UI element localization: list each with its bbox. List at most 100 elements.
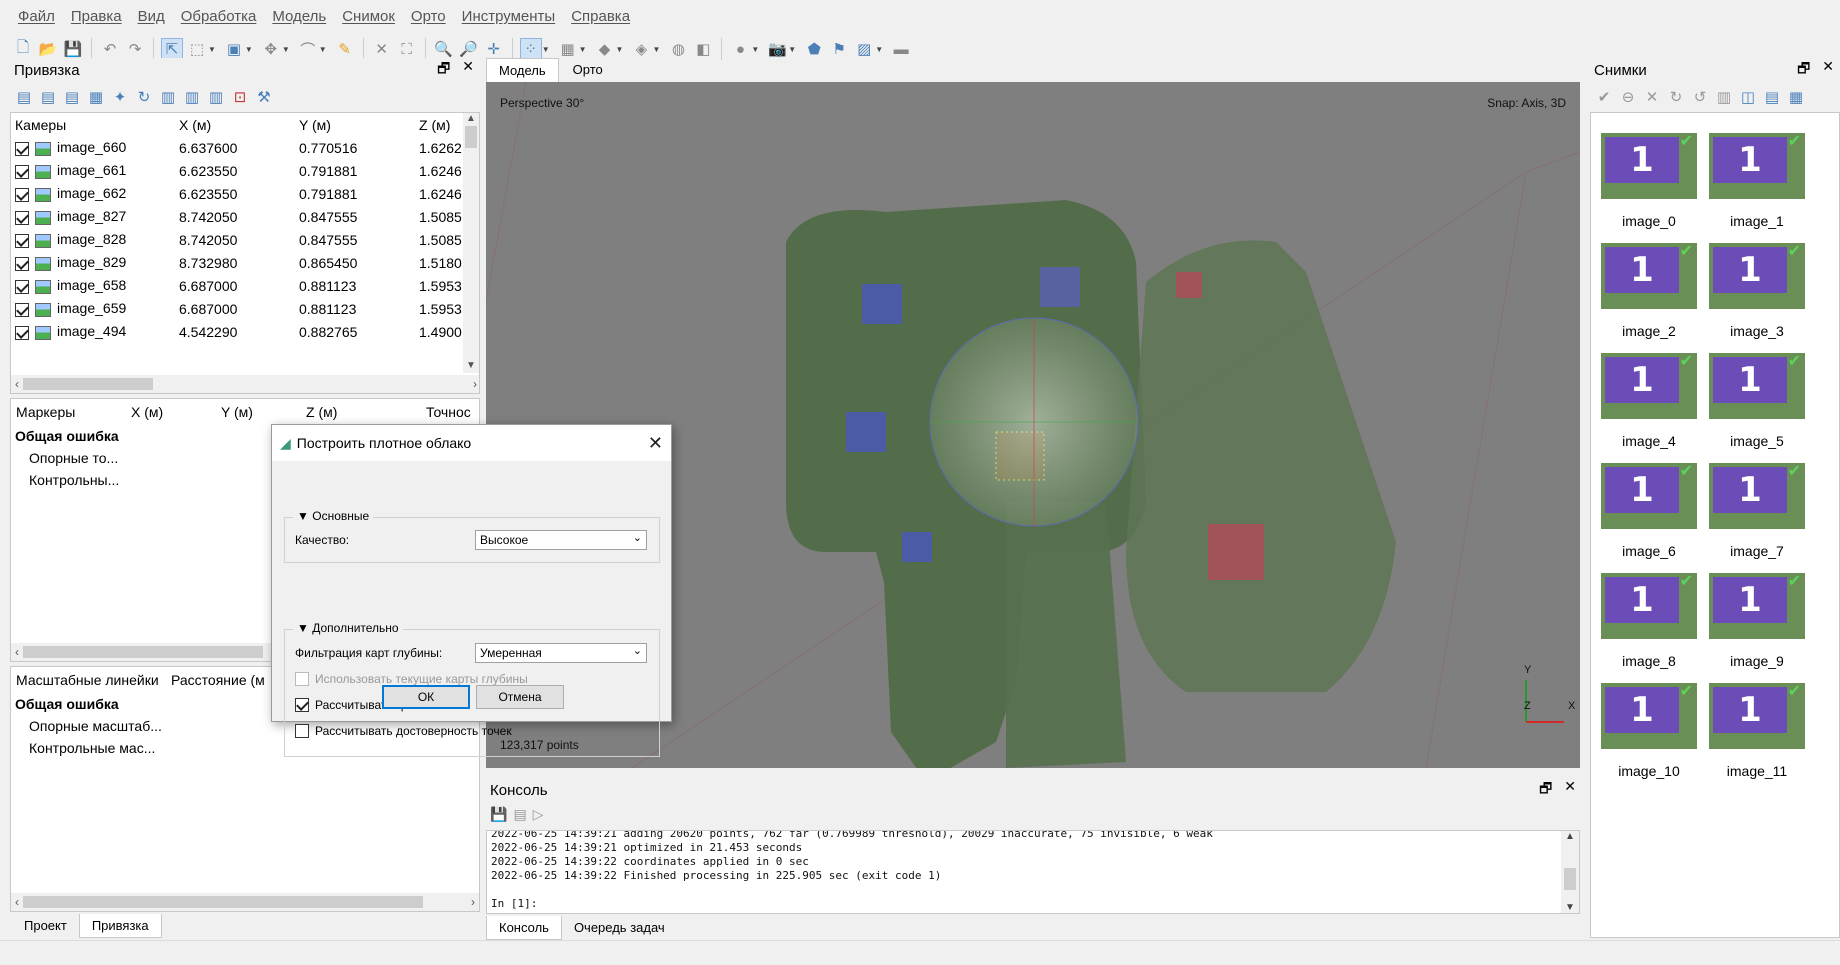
photo-thumbnail[interactable]: 1 ✔ image_2 <box>1601 243 1697 339</box>
view-grid-icon[interactable]: ▦ <box>1786 87 1806 107</box>
horizontal-scrollbar[interactable]: ‹› <box>11 375 479 393</box>
float-icon[interactable]: 🗗 <box>1539 778 1552 802</box>
vertical-scrollbar[interactable]: ▲ ▼ <box>463 113 479 373</box>
crop-selection-icon[interactable]: ⛶ <box>396 38 418 60</box>
tab-reference[interactable]: Привязка <box>78 914 162 938</box>
chevron-down-icon[interactable]: ▼ <box>579 45 587 54</box>
camera-cell[interactable]: image_660 <box>11 136 175 159</box>
dense-cloud-icon[interactable]: ▦ <box>557 38 579 60</box>
chevron-down-icon[interactable]: ▼ <box>788 45 796 54</box>
tab-ortho[interactable]: Орто <box>559 58 617 82</box>
view-estimated-icon[interactable]: ▥ <box>182 87 202 107</box>
camera-cell[interactable]: image_658 <box>11 274 175 297</box>
chevron-down-icon[interactable]: ▼ <box>616 45 624 54</box>
image-icon[interactable]: ▨ <box>853 38 875 60</box>
use-current-checkbox[interactable] <box>295 672 309 686</box>
cell-y[interactable]: 0.847555 <box>295 205 415 228</box>
photo-thumbnail[interactable]: 1 ✔ image_11 <box>1709 683 1805 779</box>
vertical-scrollbar[interactable]: ▲ ▼ <box>1561 831 1579 913</box>
menu-view[interactable]: Вид <box>130 8 173 25</box>
camera-icon[interactable]: 📷 <box>766 38 788 60</box>
close-icon[interactable]: ✕ <box>1564 778 1576 802</box>
cell-y[interactable]: 0.881123 <box>295 297 415 320</box>
cell-y[interactable]: 0.791881 <box>295 182 415 205</box>
photo-thumbnail[interactable]: 1 ✔ image_4 <box>1601 353 1697 449</box>
camera-cell[interactable]: image_659 <box>11 297 175 320</box>
table-row[interactable]: image_827 8.742050 0.847555 1.5085 <box>11 205 479 228</box>
cell-x[interactable]: 6.637600 <box>175 136 295 159</box>
horizontal-scrollbar[interactable]: ‹› <box>11 893 479 911</box>
console-prompt[interactable]: In [1]: <box>491 897 1575 911</box>
point-cloud-icon[interactable]: ⁘ <box>519 38 542 60</box>
undo-icon[interactable]: ↶ <box>99 38 121 60</box>
cell-y[interactable]: 0.770516 <box>295 136 415 159</box>
cell-y[interactable]: 0.882765 <box>295 320 415 343</box>
reset-view-icon[interactable]: ✛ <box>483 38 505 60</box>
photo-thumbnail[interactable]: 1 ✔ image_3 <box>1709 243 1805 339</box>
camera-cell[interactable]: image_829 <box>11 251 175 274</box>
tab-project[interactable]: Проект <box>12 914 79 938</box>
delete-selection-icon[interactable]: ✕ <box>371 38 393 60</box>
column-header-y[interactable]: Y (м) <box>295 113 415 136</box>
cell-y[interactable]: 0.847555 <box>295 228 415 251</box>
menu-tools[interactable]: Инструменты <box>454 8 564 25</box>
column-header-distance[interactable]: Расстояние (м <box>171 672 265 688</box>
zoom-out-icon[interactable]: 🔎 <box>458 38 480 60</box>
photo-thumbnail[interactable]: 1 ✔ image_5 <box>1709 353 1805 449</box>
camera-checkbox[interactable] <box>15 233 29 248</box>
wand-icon[interactable]: ✦ <box>110 87 130 107</box>
chevron-down-icon[interactable]: ▼ <box>319 45 327 54</box>
menu-file[interactable]: Файл <box>10 8 63 25</box>
texture-icon[interactable]: ◍ <box>667 38 689 60</box>
calc-colors-checkbox[interactable] <box>295 698 309 712</box>
column-header-cameras[interactable]: Камеры <box>11 113 175 136</box>
clear-log-icon[interactable]: ▤ <box>513 806 526 826</box>
ruler-icon[interactable]: ✎ <box>334 38 356 60</box>
shapes-icon[interactable]: ⬟ <box>803 38 825 60</box>
rotate-right-icon[interactable]: ↻ <box>1666 87 1686 107</box>
cell-x[interactable]: 8.742050 <box>175 228 295 251</box>
move-region-icon[interactable]: ✥ <box>260 38 282 60</box>
menu-ortho[interactable]: Орто <box>403 8 454 25</box>
chevron-down-icon[interactable]: ▼ <box>875 45 883 54</box>
photo-thumbnail[interactable]: 1 ✔ image_10 <box>1601 683 1697 779</box>
photo-thumbnail[interactable]: 1 ✔ image_1 <box>1709 133 1805 229</box>
chevron-down-icon[interactable]: ▼ <box>208 45 216 54</box>
camera-cell[interactable]: image_662 <box>11 182 175 205</box>
column-header-y[interactable]: Y (м) <box>221 404 306 420</box>
column-header-z[interactable]: Z (м) <box>306 404 426 420</box>
camera-cell[interactable]: image_827 <box>11 205 175 228</box>
dem-icon[interactable]: ◧ <box>692 38 714 60</box>
table-row[interactable]: image_659 6.687000 0.881123 1.5953 <box>11 297 479 320</box>
new-icon[interactable]: 🗋 <box>12 38 34 60</box>
export-icon[interactable]: ▤ <box>38 87 58 107</box>
redo-icon[interactable]: ↷ <box>124 38 146 60</box>
marker-flag-icon[interactable]: ⚑ <box>828 38 850 60</box>
save-log-icon[interactable]: 💾 <box>490 806 507 826</box>
camera-cell[interactable]: image_494 <box>11 320 175 343</box>
table-row[interactable]: image_661 6.623550 0.791881 1.6246 <box>11 159 479 182</box>
chevron-down-icon[interactable]: ▼ <box>751 45 759 54</box>
column-header-markers[interactable]: Маркеры <box>11 404 131 420</box>
table-row[interactable]: image_828 8.742050 0.847555 1.5085 <box>11 228 479 251</box>
camera-checkbox[interactable] <box>15 256 29 271</box>
photo-thumbnail[interactable]: 1 ✔ image_9 <box>1709 573 1805 669</box>
ok-button[interactable]: ОК <box>382 685 470 709</box>
group-advanced-title[interactable]: ▼ Дополнительно <box>293 621 403 635</box>
reset-icon[interactable]: ⊡ <box>230 87 250 107</box>
cell-y[interactable]: 0.881123 <box>295 274 415 297</box>
table-row[interactable]: image_662 6.623550 0.791881 1.6246 <box>11 182 479 205</box>
cell-y[interactable]: 0.791881 <box>295 159 415 182</box>
camera-checkbox[interactable] <box>15 164 29 179</box>
photo-thumbnail[interactable]: 1 ✔ image_8 <box>1601 573 1697 669</box>
float-icon[interactable]: 🗗 <box>437 58 450 82</box>
rect-select-icon[interactable]: ⬚ <box>186 38 208 60</box>
filter-icon[interactable]: ◫ <box>1738 87 1758 107</box>
cell-x[interactable]: 4.542290 <box>175 320 295 343</box>
menu-workflow[interactable]: Обработка <box>173 8 265 25</box>
menu-photo[interactable]: Снимок <box>334 8 403 25</box>
cell-x[interactable]: 8.732980 <box>175 251 295 274</box>
photo-thumbnail[interactable]: 1 ✔ image_7 <box>1709 463 1805 559</box>
camera-checkbox[interactable] <box>15 302 29 317</box>
disable-icon[interactable]: ⊖ <box>1618 87 1638 107</box>
